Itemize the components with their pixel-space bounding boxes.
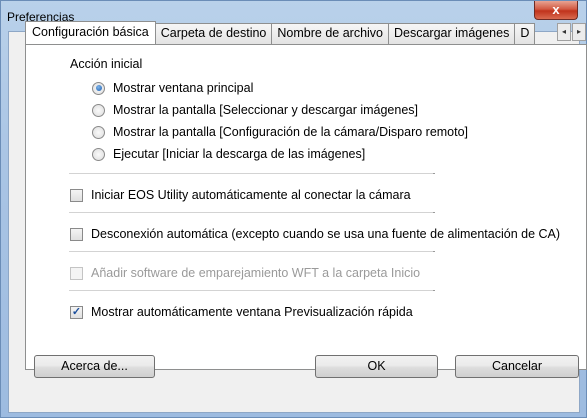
checkbox-icon[interactable] — [70, 227, 83, 241]
checkbox-label: Mostrar automáticamente ventana Previsua… — [91, 305, 413, 319]
tab-file-name[interactable]: Nombre de archivo — [271, 23, 389, 44]
close-icon: x — [552, 2, 560, 17]
tab-truncated[interactable]: D — [514, 23, 536, 44]
tab-basic-settings[interactable]: Configuración básica — [25, 21, 156, 44]
about-button[interactable]: Acerca de... — [34, 355, 155, 378]
tab-destination-folder[interactable]: Carpeta de destino — [154, 23, 273, 44]
radio-label: Mostrar ventana principal — [113, 81, 254, 95]
radio-icon[interactable] — [92, 147, 105, 161]
tab-scroll-right-icon[interactable]: ▸ — [572, 23, 586, 41]
close-button[interactable]: x — [534, 1, 578, 20]
checkbox-icon[interactable] — [70, 188, 83, 202]
radio-icon[interactable] — [92, 125, 105, 139]
check-add-wft-pairing-startup: Añadir software de emparejamiento WFT a … — [70, 266, 420, 280]
tab-panel-basic-settings: Acción inicial Mostrar ventana principal… — [25, 44, 587, 370]
tab-scroll-left-icon[interactable]: ◂ — [557, 23, 571, 41]
check-auto-quick-preview[interactable]: ✓ Mostrar automáticamente ventana Previs… — [70, 305, 413, 319]
radio-icon[interactable] — [92, 103, 105, 117]
radio-start-download[interactable]: Ejecutar [Iniciar la descarga de las imá… — [92, 147, 365, 161]
radio-label: Ejecutar [Iniciar la descarga de las imá… — [113, 147, 366, 161]
radio-label: Mostrar la pantalla [Configuración de la… — [113, 125, 469, 139]
separator — [69, 212, 435, 213]
radio-show-camera-settings[interactable]: Mostrar la pantalla [Configuración de la… — [92, 125, 468, 139]
checkbox-label: Iniciar EOS Utility automáticamente al c… — [91, 188, 411, 202]
separator — [69, 251, 435, 252]
cancel-button[interactable]: Cancelar — [455, 355, 579, 378]
separator — [69, 173, 435, 174]
radio-show-main-window[interactable]: Mostrar ventana principal — [92, 81, 253, 95]
tab-download-images[interactable]: Descargar imágenes — [388, 23, 516, 44]
tab-scroll-arrows: ◂ ▸ — [557, 23, 587, 41]
ok-button[interactable]: OK — [315, 355, 438, 378]
separator — [69, 290, 435, 291]
checkbox-icon — [70, 266, 83, 280]
initial-action-label: Acción inicial — [70, 57, 143, 71]
checkbox-label: Desconexión automática (excepto cuando s… — [91, 227, 561, 241]
radio-selected-icon[interactable] — [92, 81, 105, 95]
checkmark-icon[interactable]: ✓ — [70, 305, 83, 319]
radio-label: Mostrar la pantalla [Seleccionar y desca… — [113, 103, 419, 117]
check-auto-power-off[interactable]: Desconexión automática (excepto cuando s… — [70, 227, 560, 241]
tab-strip: Configuración básica Carpeta de destino … — [25, 21, 536, 44]
check-auto-start-eos-utility[interactable]: Iniciar EOS Utility automáticamente al c… — [70, 188, 411, 202]
checkbox-label: Añadir software de emparejamiento WFT a … — [91, 266, 421, 280]
radio-show-select-download[interactable]: Mostrar la pantalla [Seleccionar y desca… — [92, 103, 418, 117]
